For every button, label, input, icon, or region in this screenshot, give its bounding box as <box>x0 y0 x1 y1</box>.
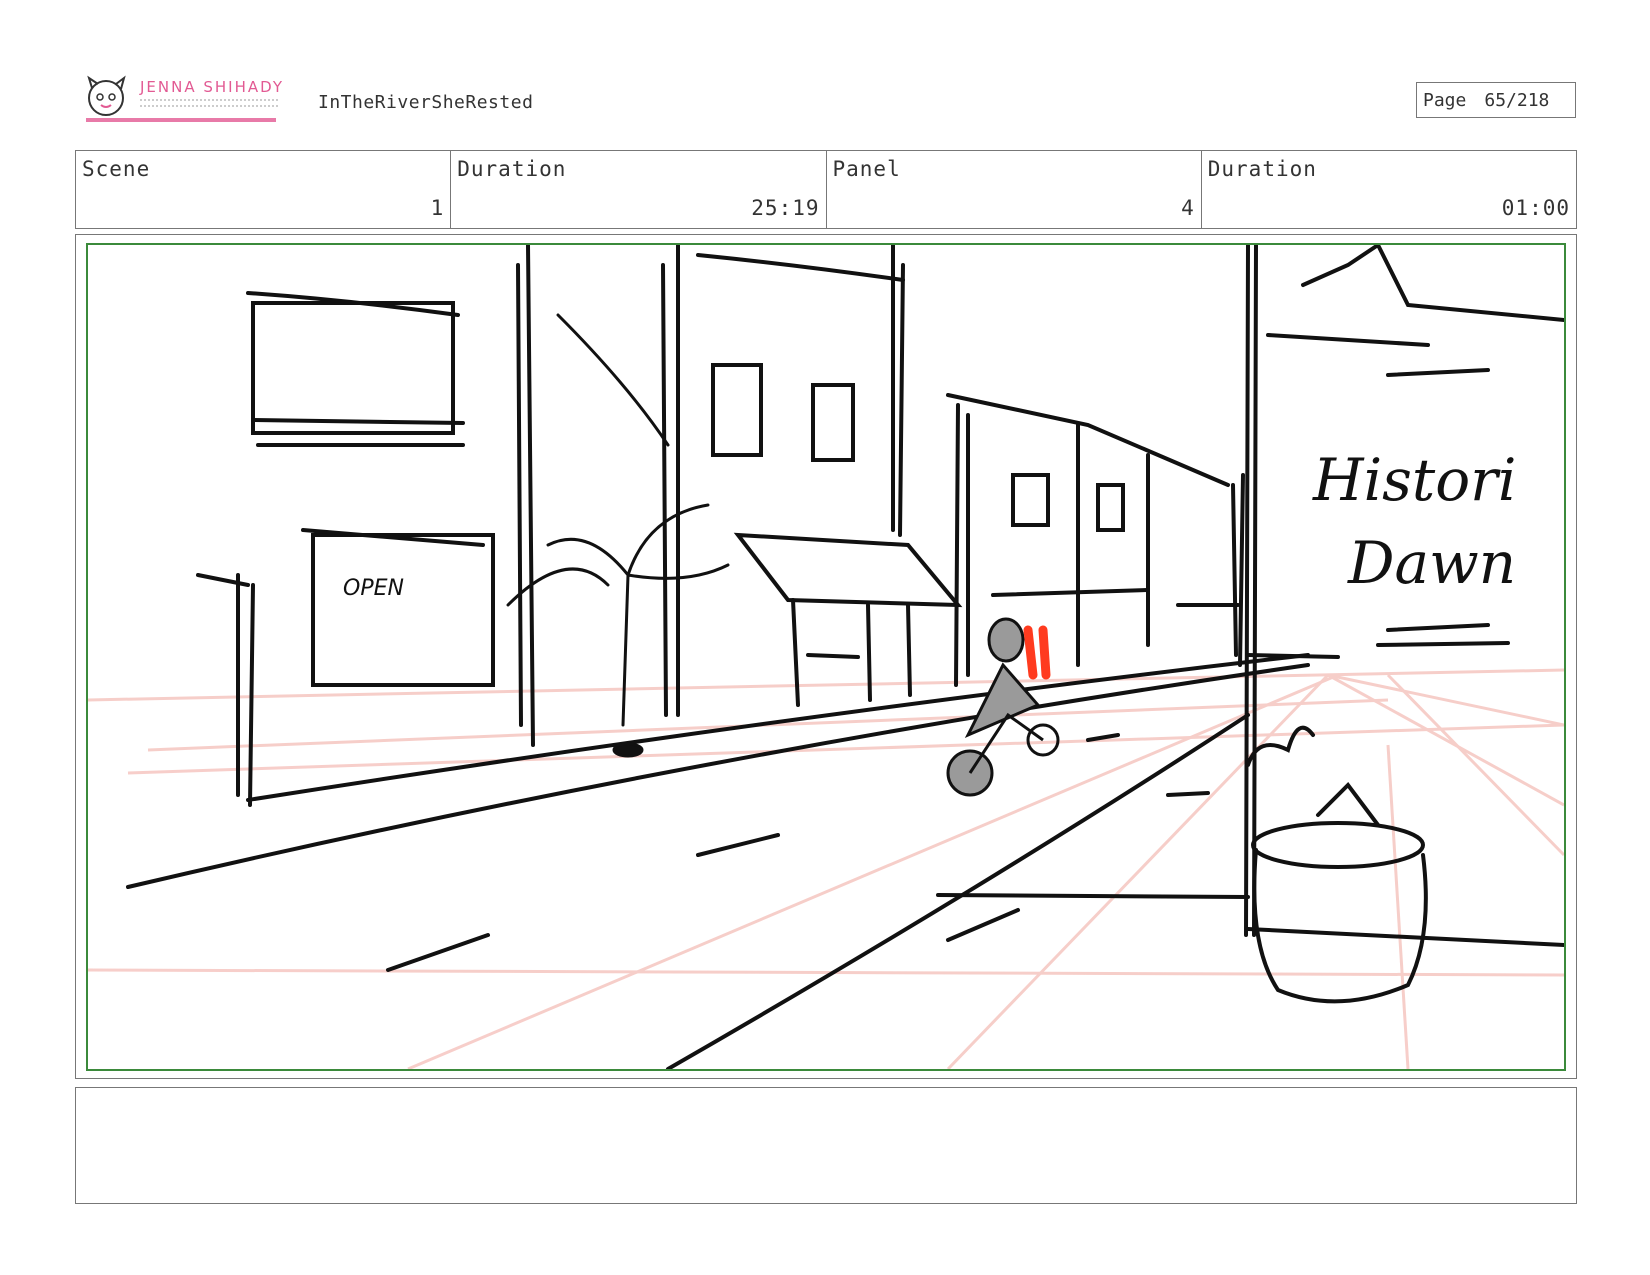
page-number: 65/218 <box>1484 90 1550 111</box>
middle-building <box>661 245 963 717</box>
panel-notes-box[interactable] <box>75 1087 1577 1204</box>
road-lines <box>126 653 1564 1069</box>
scene-value: 1 <box>430 196 445 220</box>
storyboard-panel-drawing-area: OPEN Histori Dawn <box>86 243 1566 1071</box>
panel-duration-label: Duration <box>1207 157 1317 181</box>
scene-duration-value: 25:19 <box>751 196 820 220</box>
scene-cell: Scene 1 <box>76 151 452 228</box>
page-label: Page <box>1423 90 1467 111</box>
panel-duration-value: 01:00 <box>1501 196 1570 220</box>
perspective-guides <box>88 668 1564 1069</box>
panel-label: Panel <box>832 157 901 181</box>
panel-duration-cell: Duration 01:00 <box>1202 151 1576 228</box>
planter-pot <box>1246 725 1428 1004</box>
scene-duration-cell: Duration 25:19 <box>451 151 827 228</box>
storyboard-info-row: Scene 1 Duration 25:19 Panel 4 Duration … <box>75 150 1577 229</box>
artist-logo-name: JENNA SHIHADY <box>140 78 285 96</box>
panel-cell: Panel 4 <box>827 151 1202 228</box>
street-scene-sketch: OPEN Histori Dawn <box>88 245 1564 1069</box>
artist-logo: JENNA SHIHADY <box>84 74 290 128</box>
scene-label: Scene <box>82 157 151 181</box>
storyboard-panel-frame: OPEN Histori Dawn <box>75 234 1577 1079</box>
project-title: InTheRiverSheRested <box>318 92 534 113</box>
panel-value: 4 <box>1181 196 1195 220</box>
left-building <box>196 245 535 807</box>
page-indicator: Page 65/218 <box>1416 82 1576 118</box>
wall-sign-line-2: Dawn <box>1347 529 1516 597</box>
window-sign-text: OPEN <box>343 576 404 601</box>
wall-sign-line-1: Histori <box>1312 446 1516 514</box>
scene-duration-label: Duration <box>457 157 567 181</box>
